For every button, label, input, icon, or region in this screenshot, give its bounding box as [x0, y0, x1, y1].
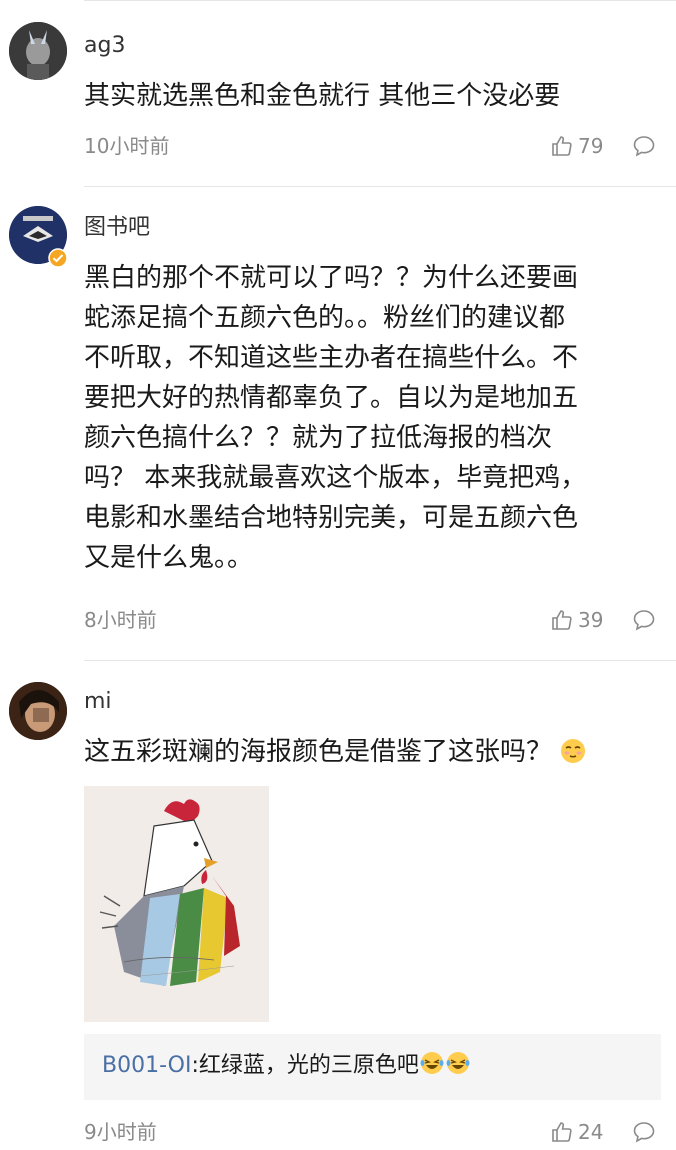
speech-bubble-icon[interactable] — [632, 1120, 656, 1144]
attached-image[interactable] — [84, 786, 269, 1022]
comment-item: mi 这五彩斑斓的海报颜色是借鉴了这张吗？ B001-OI:红绿蓝，光的三原色吧… — [0, 660, 676, 1150]
thumbs-up-icon — [552, 1122, 572, 1142]
reply-content: :红绿蓝，光的三原色吧 — [191, 1053, 419, 1078]
laughing-tears-emoji — [420, 1052, 444, 1074]
like-count: 24 — [578, 1120, 604, 1144]
avatar[interactable] — [9, 682, 67, 740]
username[interactable]: mi — [84, 688, 112, 716]
comment-text-line: 要把大好的热情都辜负了。自以为是地加五 — [84, 383, 579, 413]
timestamp: 10小时前 — [84, 134, 170, 158]
speech-bubble-icon[interactable] — [632, 134, 656, 158]
comment-text-line: 不听取，不知道这些主办者在搞些什么。不 — [84, 343, 579, 373]
thumbs-up-icon — [552, 136, 572, 156]
comment-text: 黑白的那个不就可以了吗？？为什么还要画 蛇添足搞个五颜六色的。。粉丝们的建议都 不听… — [84, 258, 654, 578]
comment-text-content: 这五彩斑斓的海报颜色是借鉴了这张吗？ — [84, 737, 553, 767]
username[interactable]: ag3 — [84, 32, 125, 60]
comment-text: 其实就选黑色和金色就行 其他三个没必要 — [84, 81, 561, 111]
comment-item: ag3 其实就选黑色和金色就行 其他三个没必要 10小时前 79 — [0, 0, 676, 186]
avatar[interactable] — [9, 22, 67, 80]
comment-text-line: 电影和水墨结合地特别完美，可是五颜六色 — [84, 503, 579, 533]
timestamp: 9小时前 — [84, 1120, 157, 1144]
speech-bubble-icon[interactable] — [632, 608, 656, 632]
timestamp: 8小时前 — [84, 608, 157, 632]
like-button[interactable]: 79 — [550, 134, 603, 158]
like-count: 79 — [578, 134, 604, 158]
comment-text-line: 又是什么鬼。。 — [84, 543, 254, 573]
shy-face-emoji — [561, 739, 586, 763]
like-button[interactable]: 39 — [550, 608, 603, 632]
like-button[interactable]: 24 — [550, 1120, 603, 1144]
comment-text-line: 蛇添足搞个五颜六色的。。粉丝们的建议都 — [84, 303, 566, 333]
reply-username[interactable]: B001-OI — [102, 1053, 191, 1078]
comment-text-line: 黑白的那个不就可以了吗？？为什么还要画 — [84, 263, 579, 293]
reply-preview[interactable]: B001-OI:红绿蓝，光的三原色吧 — [84, 1034, 661, 1100]
comment-text: 这五彩斑斓的海报颜色是借鉴了这张吗？ — [84, 732, 654, 772]
username[interactable]: 图书吧 — [84, 214, 150, 242]
laughing-tears-emoji — [446, 1052, 470, 1074]
comment-item: 图书吧 黑白的那个不就可以了吗？？为什么还要画 蛇添足搞个五颜六色的。。粉丝们的建… — [0, 186, 676, 660]
reply-text: B001-OI:红绿蓝，光的三原色吧 — [102, 1050, 471, 1082]
comment-text-line: 吗？ 本来我就最喜欢这个版本，毕竟把鸡， — [84, 463, 587, 493]
comment-feed: ag3 其实就选黑色和金色就行 其他三个没必要 10小时前 79 图书吧 黑白的… — [0, 0, 676, 1150]
comment-text-line: 颜六色搞什么？？就为了拉低海报的档次 — [84, 423, 553, 453]
like-count: 39 — [578, 608, 604, 632]
thumbs-up-icon — [552, 610, 572, 630]
verified-badge-icon — [48, 248, 68, 268]
